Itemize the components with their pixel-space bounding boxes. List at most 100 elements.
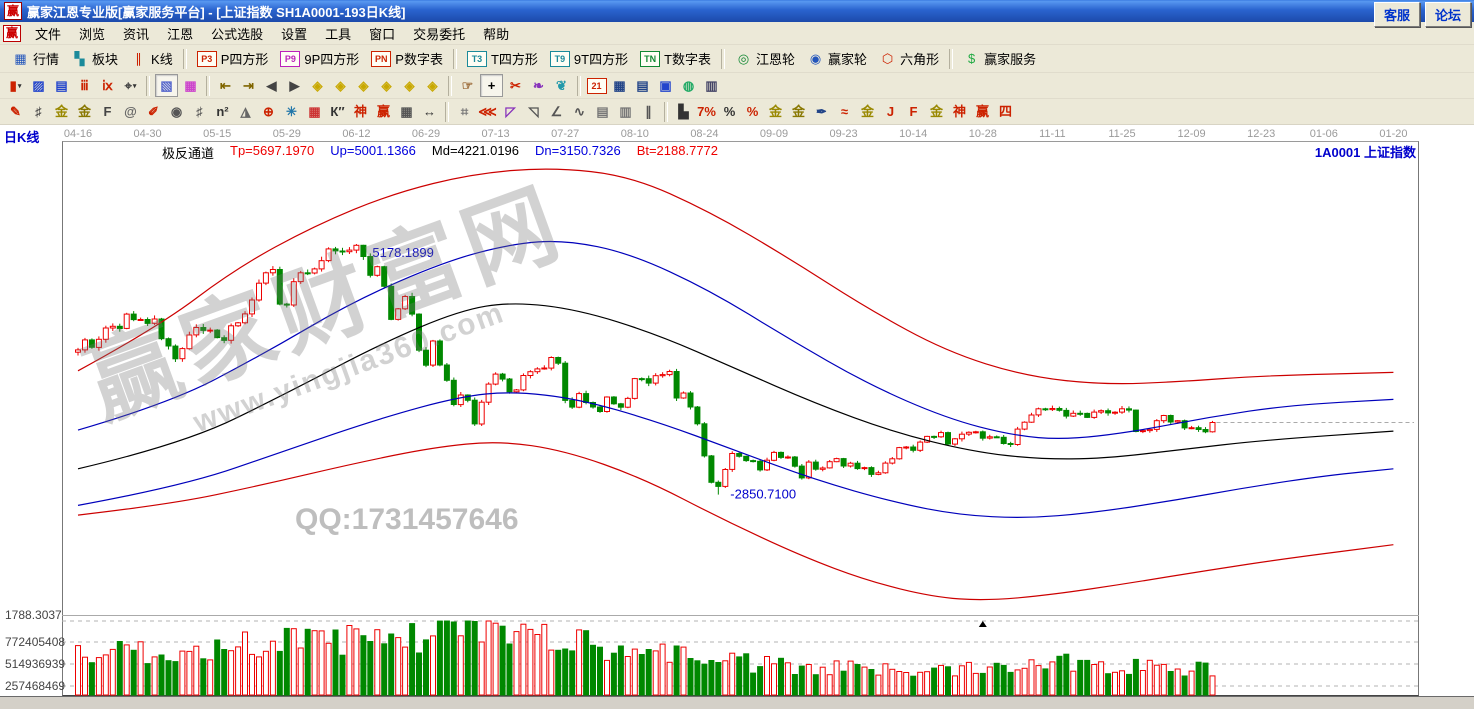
- shade-box-tool-button[interactable]: ◹: [523, 101, 544, 122]
- fan-lines-tool-button[interactable]: ⋘: [477, 101, 498, 122]
- menu-item-1[interactable]: 浏览: [70, 21, 114, 46]
- notes-icon: ▤: [636, 79, 648, 92]
- quotes-button[interactable]: ▦行情: [6, 47, 65, 70]
- forum-button[interactable]: 论坛: [1425, 2, 1471, 27]
- t-table-button[interactable]: TNT数字表: [634, 47, 717, 70]
- menu-item-9[interactable]: 帮助: [474, 21, 518, 46]
- kline-style-button[interactable]: ▮▾: [5, 75, 26, 96]
- menu-item-7[interactable]: 窗口: [360, 21, 404, 46]
- three-pane-button[interactable]: ⅲ: [74, 75, 95, 96]
- gold-angle-tool-button[interactable]: 金: [926, 101, 947, 122]
- winner-wheel-button[interactable]: ◉赢家轮: [801, 47, 873, 70]
- spiral-tool-button[interactable]: @: [120, 101, 141, 122]
- wave-knot-button[interactable]: ❦: [551, 75, 572, 96]
- brush-tool-button[interactable]: ✎: [5, 101, 26, 122]
- first-bar-button[interactable]: ⇤: [215, 75, 236, 96]
- p-square-button[interactable]: P3P四方形: [191, 47, 275, 70]
- p-table-button[interactable]: PNP数字表: [365, 47, 449, 70]
- hexagon-button[interactable]: ⬡六角形: [873, 47, 945, 70]
- next-bar-button[interactable]: ▶: [284, 75, 305, 96]
- gann-wheel-button[interactable]: ◎江恩轮: [729, 47, 801, 70]
- f-line-tool-button[interactable]: F: [97, 101, 118, 122]
- quote-tool-button[interactable]: К″: [327, 101, 348, 122]
- ying-angle-tool-button[interactable]: 赢: [972, 101, 993, 122]
- last-bar-button[interactable]: ⇥: [238, 75, 259, 96]
- j-angle-tool-button[interactable]: J: [880, 101, 901, 122]
- grid-fine-tool-button[interactable]: ▤: [592, 101, 613, 122]
- color-bars-button[interactable]: ▦: [180, 75, 201, 96]
- stats-ladder-tool-button[interactable]: ▙: [673, 101, 694, 122]
- menu-item-0[interactable]: 文件: [26, 21, 70, 46]
- menu-item-6[interactable]: 工具: [316, 21, 360, 46]
- winner-service-button[interactable]: $赢家服务: [957, 47, 1042, 70]
- angle-lines-tool-button[interactable]: ∠: [546, 101, 567, 122]
- print-button[interactable]: ▥: [701, 75, 722, 96]
- p9-square-button[interactable]: P99P四方形: [274, 47, 365, 70]
- menu-item-4[interactable]: 公式选股: [202, 21, 272, 46]
- diamond-expand-button[interactable]: ◈: [353, 75, 374, 96]
- wave-box-tool-button[interactable]: ≈: [834, 101, 855, 122]
- sectors-button[interactable]: ▚板块: [65, 47, 124, 70]
- delete-tool-button[interactable]: ✂: [505, 75, 526, 96]
- pattern-mode-button[interactable]: ▧: [155, 74, 178, 97]
- shen-angle-tool-button[interactable]: 神: [949, 101, 970, 122]
- ying-tool-button[interactable]: 赢: [373, 101, 394, 122]
- diamond-shrink-button[interactable]: ◈: [376, 75, 397, 96]
- parallel-tool-button[interactable]: ∥: [638, 101, 659, 122]
- crosshair-tool-button[interactable]: +: [480, 74, 503, 97]
- customer-service-button[interactable]: 客服: [1374, 2, 1420, 27]
- volume-chart[interactable]: [62, 619, 1420, 696]
- gold-circle-tool-button[interactable]: 金: [765, 101, 786, 122]
- n-square-tool-button[interactable]: n²: [212, 101, 233, 122]
- diamond-right-button[interactable]: ◈: [330, 75, 351, 96]
- red-brush-tool-button[interactable]: ✐: [143, 101, 164, 122]
- web-sync-button[interactable]: ◍: [678, 75, 699, 96]
- grid-dense-tool-button[interactable]: ▥: [615, 101, 636, 122]
- percent-tool-button[interactable]: %: [719, 101, 740, 122]
- gann-grid-tool-button[interactable]: ♯: [28, 101, 49, 122]
- gold-section-tool-button[interactable]: 金: [51, 101, 72, 122]
- four-angle-tool-button[interactable]: 四: [995, 101, 1016, 122]
- star-web-tool-button[interactable]: ✳: [281, 101, 302, 122]
- nine-pane-button[interactable]: ⅸ: [97, 75, 118, 96]
- grid-ruler-tool-button[interactable]: ▦: [396, 101, 417, 122]
- f-angle-tool-button[interactable]: F: [903, 101, 924, 122]
- hand-tool-button[interactable]: ☞: [457, 75, 478, 96]
- menu-item-2[interactable]: 资讯: [114, 21, 158, 46]
- diamond-left-button[interactable]: ◈: [307, 75, 328, 96]
- menu-item-8[interactable]: 交易委托: [404, 21, 474, 46]
- pin-dropdown-button[interactable]: ⌖▾: [120, 75, 141, 96]
- prev-bar-button[interactable]: ◀: [261, 75, 282, 96]
- seven-percent-tool-button[interactable]: 7%: [696, 101, 717, 122]
- menu-item-5[interactable]: 设置: [272, 21, 316, 46]
- save-button[interactable]: ▣: [655, 75, 676, 96]
- ink-brush-tool-button[interactable]: ✒: [811, 101, 832, 122]
- gold-ratio-tool-button[interactable]: 金: [857, 101, 878, 122]
- info-panel-button[interactable]: ▤: [51, 75, 72, 96]
- percent-line-tool-button[interactable]: %: [742, 101, 763, 122]
- box-select-tool-button[interactable]: ⌗: [454, 101, 475, 122]
- angle-tool-button[interactable]: ◮: [235, 101, 256, 122]
- ruler-tool-button[interactable]: ♯: [189, 101, 210, 122]
- span-tool-button[interactable]: ↔: [419, 101, 440, 122]
- gann-knot-button[interactable]: ❧: [528, 75, 549, 96]
- compress-display-button[interactable]: ▨: [28, 75, 49, 96]
- calculator-button[interactable]: ▦: [609, 75, 630, 96]
- gauge-circle-tool-button[interactable]: ◉: [166, 101, 187, 122]
- calendar-button[interactable]: 21: [586, 75, 607, 96]
- diamond-down-button[interactable]: ◈: [422, 75, 443, 96]
- wave-tool-button[interactable]: ∿: [569, 101, 590, 122]
- fan-box-tool-button[interactable]: ◸: [500, 101, 521, 122]
- gold-channel-tool-button[interactable]: 金: [74, 101, 95, 122]
- t-square-button[interactable]: T3T四方形: [461, 47, 544, 70]
- grid-box-tool-button[interactable]: ▦: [304, 101, 325, 122]
- compass-tool-button[interactable]: ⊕: [258, 101, 279, 122]
- menu-item-3[interactable]: 江恩: [158, 21, 202, 46]
- price-chart[interactable]: 5178.1899-2850.7100: [62, 141, 1420, 613]
- gold-line-tool-button[interactable]: 金: [788, 101, 809, 122]
- notes-button[interactable]: ▤: [632, 75, 653, 96]
- kline-button[interactable]: ∥K线: [124, 47, 179, 70]
- t9-square-button[interactable]: T99T四方形: [544, 47, 634, 70]
- shen-tool-button[interactable]: 神: [350, 101, 371, 122]
- diamond-up-button[interactable]: ◈: [399, 75, 420, 96]
